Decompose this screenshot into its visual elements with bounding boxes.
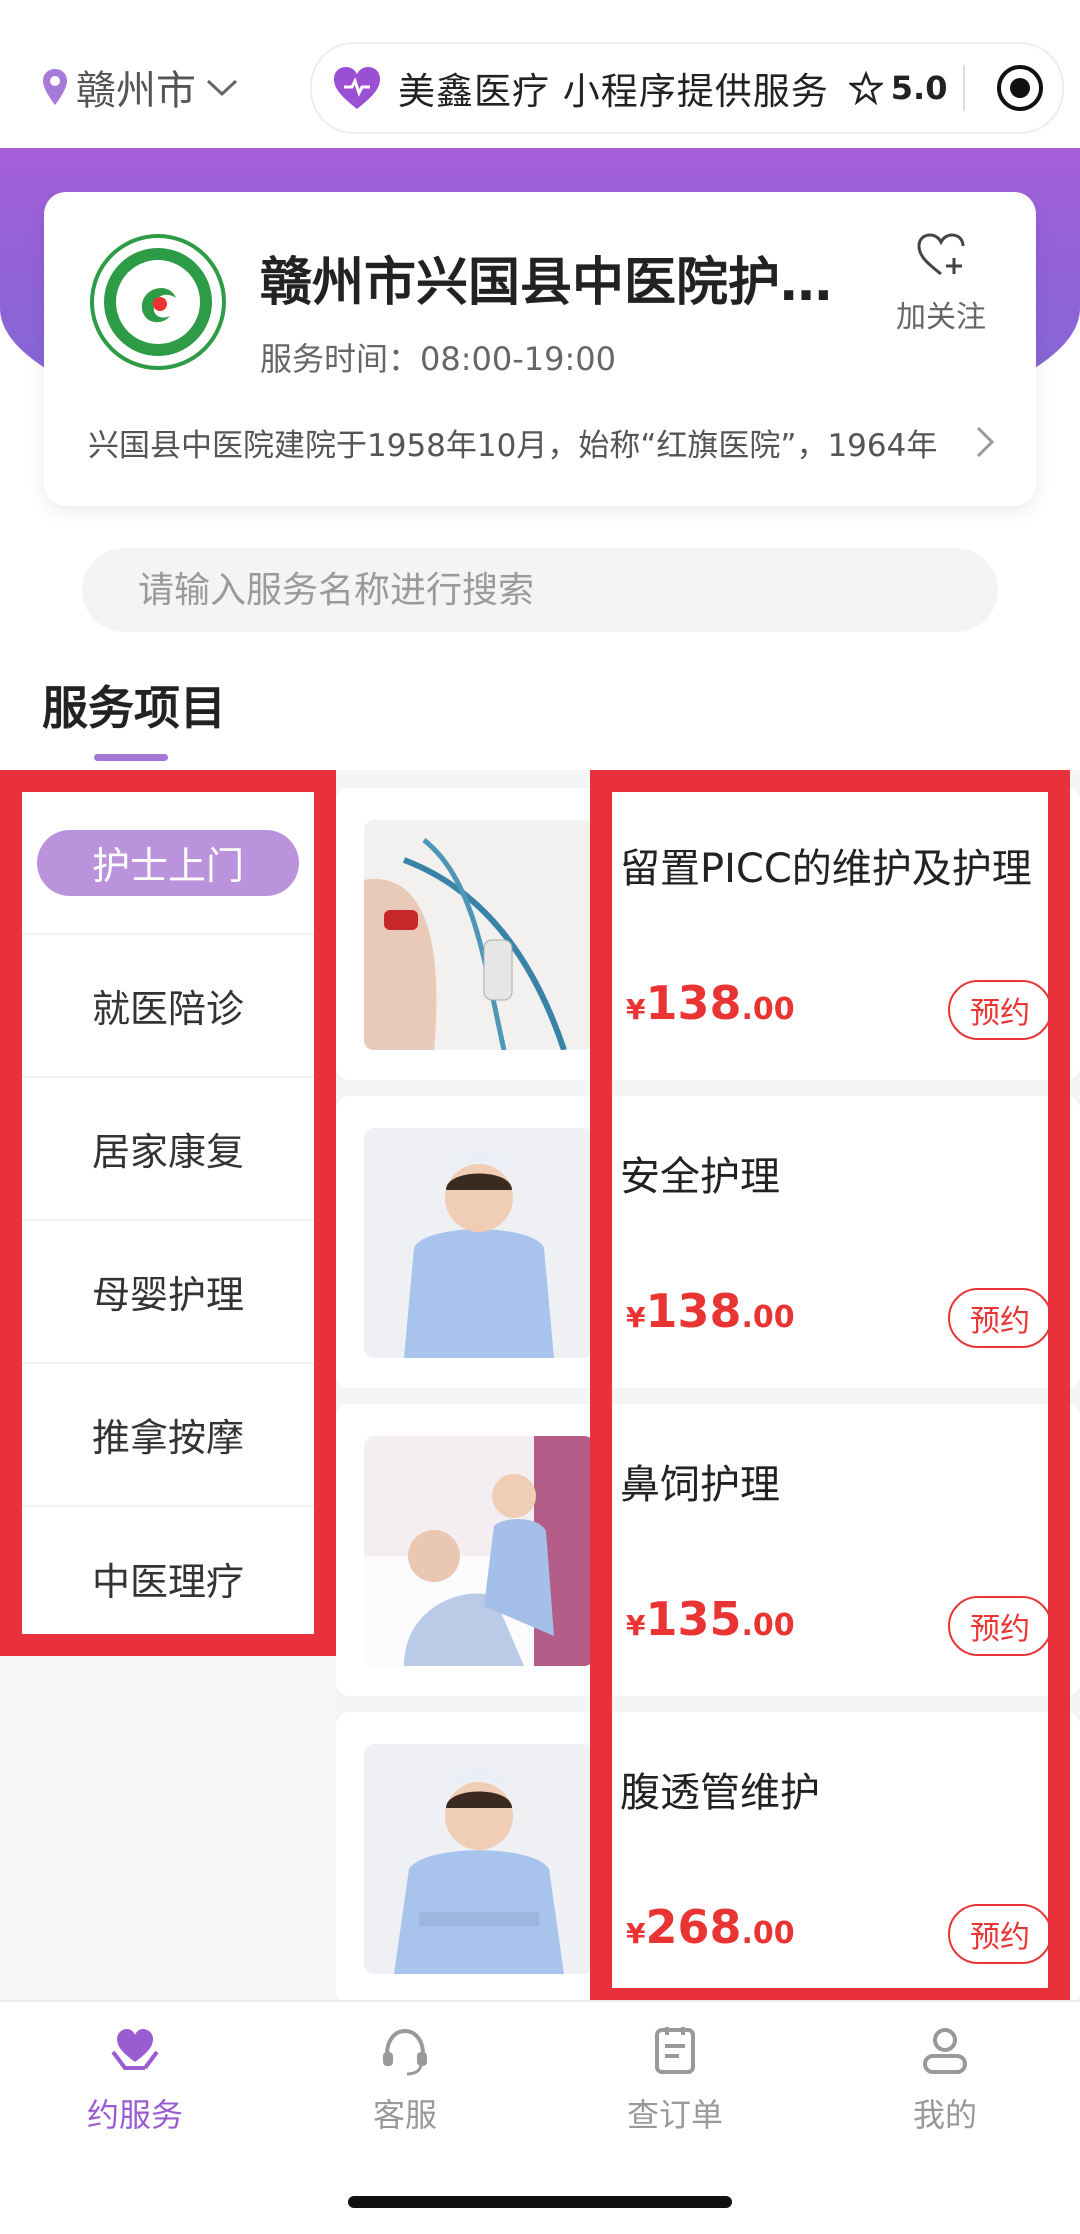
location-pin-icon <box>43 69 67 105</box>
product-name: 腹透管维护 <box>620 1770 820 1816</box>
category-item-escort[interactable]: 就医陪诊 <box>22 935 314 1078</box>
tab-label: 客服 <box>372 2096 437 2134</box>
chevron-right-icon <box>976 426 995 458</box>
hospital-intro: 兴国县中医院建院于1958年10月，始称“红旗医院”，1964年 <box>88 428 938 464</box>
book-button[interactable]: 预约 <box>948 1904 1052 1964</box>
pill-divider <box>963 65 966 111</box>
city-label: 赣州市 <box>76 68 196 114</box>
product-card[interactable]: 鼻饲护理 ¥135.00 预约 <box>336 1404 1080 1696</box>
category-item-home-rehab[interactable]: 居家康复 <box>22 1078 314 1221</box>
product-image <box>364 1744 594 1974</box>
product-price: ¥138.00 <box>626 976 795 1030</box>
product-card[interactable]: 安全护理 ¥138.00 预约 <box>336 1096 1080 1388</box>
product-card[interactable]: 腹透管维护 ¥268.00 预约 <box>336 1712 1080 2004</box>
service-hours: 服务时间：08:00-19:00 <box>260 340 616 378</box>
product-image <box>364 820 594 1050</box>
product-image <box>364 1128 594 1358</box>
product-price: ¥268.00 <box>626 1900 795 1954</box>
tab-label: 约服务 <box>86 2096 183 2134</box>
follow-label: 加关注 <box>896 300 986 335</box>
tab-profile[interactable]: 我的 <box>810 2022 1080 2136</box>
miniprogram-name: 美鑫医疗 小程序提供服务 <box>398 70 829 113</box>
tab-orders[interactable]: 查订单 <box>540 2022 810 2136</box>
star-icon <box>848 71 883 105</box>
tab-book-service[interactable]: 约服务 <box>0 2022 270 2136</box>
product-name: 鼻饲护理 <box>620 1462 780 1508</box>
user-icon <box>923 2028 967 2074</box>
category-item-massage[interactable]: 推拿按摩 <box>22 1364 314 1507</box>
tab-customer-service[interactable]: 客服 <box>270 2022 540 2136</box>
service-search-input[interactable] <box>82 548 998 632</box>
brand-heart-logo-icon <box>334 67 380 109</box>
section-title-underline <box>94 754 168 761</box>
city-selector[interactable]: 赣州市 <box>40 58 240 116</box>
category-item-tcm-therapy[interactable]: 中医理疗 <box>22 1507 314 1650</box>
rating-value: 5.0 <box>890 69 948 107</box>
follow-button[interactable]: 加关注 <box>886 232 996 336</box>
record-target-icon[interactable] <box>995 63 1045 113</box>
hospital-emblem-logo <box>90 234 226 370</box>
product-price: ¥135.00 <box>626 1592 795 1646</box>
home-indicator[interactable] <box>348 2196 732 2208</box>
product-name: 留置PICC的维护及护理 <box>620 846 1032 892</box>
headset-icon <box>383 2028 427 2076</box>
hospital-card[interactable]: 赣州市兴国县中医院护理质控中心 服务时间：08:00-19:00 加关注 兴国县… <box>44 192 1036 506</box>
heart-plus-icon <box>917 233 965 276</box>
product-price: ¥138.00 <box>626 1284 795 1338</box>
hospital-name: 赣州市兴国县中医院护理质控中心 <box>260 253 880 313</box>
miniprogram-info-pill[interactable]: 美鑫医疗 小程序提供服务 5.0 <box>310 42 1064 134</box>
section-title: 服务项目 <box>42 681 226 735</box>
product-card[interactable]: 留置PICC的维护及护理 ¥138.00 预约 <box>336 788 1080 1080</box>
tab-label: 我的 <box>912 2096 977 2134</box>
book-button[interactable]: 预约 <box>948 1288 1052 1348</box>
product-name: 安全护理 <box>620 1154 780 1200</box>
tab-label: 查订单 <box>626 2096 723 2134</box>
chevron-down-icon <box>206 79 238 97</box>
top-bar: 赣州市 美鑫医疗 小程序提供服务 5.0 <box>0 0 1080 148</box>
category-item-maternal-infant[interactable]: 母婴护理 <box>22 1221 314 1364</box>
category-label: 护士上门 <box>37 829 299 896</box>
book-button[interactable]: 预约 <box>948 1596 1052 1656</box>
product-image <box>364 1436 594 1666</box>
category-item-nurse-home-visit[interactable]: 护士上门 <box>22 792 314 935</box>
clipboard-icon <box>655 2027 695 2074</box>
book-button[interactable]: 预约 <box>948 980 1052 1040</box>
heart-hands-icon <box>111 2029 159 2070</box>
